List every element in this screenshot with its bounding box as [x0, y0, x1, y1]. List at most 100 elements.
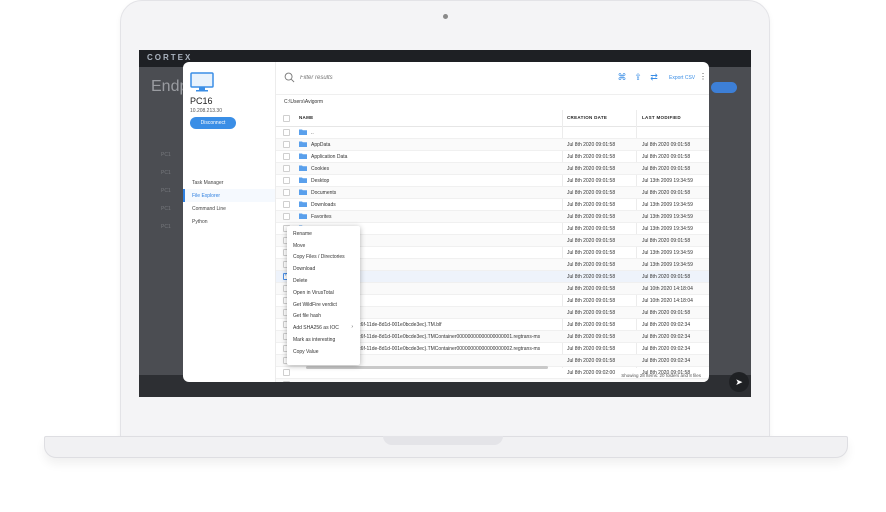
row-checkbox[interactable] [283, 189, 290, 196]
file-name: Documents [311, 190, 337, 196]
nav-item-python[interactable]: Python [183, 215, 275, 228]
last-modified: Jul 10th 2020 14:18:04 [642, 286, 693, 292]
disconnect-button[interactable]: Disconnect [190, 117, 236, 129]
file-name: Application Data [311, 154, 348, 160]
background-row: PC1 [161, 170, 171, 176]
file-name: AppData [311, 142, 331, 148]
creation-date: Jul 8th 2020 09:01:58 [567, 262, 616, 268]
export-csv-button[interactable]: Export CSV [669, 75, 695, 81]
row-checkbox[interactable] [283, 201, 290, 208]
column-creation-date[interactable]: CREATION DATE [567, 115, 607, 120]
column-last-modified[interactable]: LAST MODIFIED [642, 115, 681, 120]
background-row: PC1 [161, 206, 171, 212]
table-row[interactable]: Application Data Jul 8th 2020 09:01:58 Jul… [276, 151, 709, 163]
last-modified: Jul 8th 2020 09:02:34 [642, 346, 691, 352]
menu-item-label: Copy Files / Directories [293, 254, 345, 261]
navigation-arrow-icon: ➤ [735, 376, 743, 387]
last-modified: Jul 13th 2009 19:34:59 [642, 226, 693, 232]
export-icon[interactable]: ⇄ [648, 71, 660, 83]
file-name: Cookies [311, 166, 330, 172]
menu-item-label: Get WildFire verdict [293, 301, 337, 308]
background-action-button [711, 82, 737, 93]
menu-item-download[interactable]: Download [287, 263, 360, 275]
creation-date: Jul 8th 2020 09:01:58 [567, 190, 616, 196]
select-all-checkbox[interactable] [283, 115, 290, 122]
last-modified: Jul 8th 2020 09:01:58 [642, 274, 691, 280]
table-row[interactable]: Jul 8th 2020 09:01:58Jul 13th 2009 19:34… [276, 379, 709, 382]
explorer-toolbar: ⌘ ⇪ ⇄ Export CSV ⋮ [276, 62, 709, 95]
filter-input[interactable] [300, 73, 450, 83]
nav-item-command-line[interactable]: Command Line [183, 202, 275, 215]
background-row: PC1 [161, 224, 171, 230]
creation-date: Jul 8th 2020 09:02:00 [567, 370, 616, 376]
table-row[interactable]: .. [276, 127, 709, 139]
menu-item-label: Move [293, 242, 306, 249]
creation-date: Jul 8th 2020 09:01:58 [567, 286, 616, 292]
row-checkbox[interactable] [283, 177, 290, 184]
camera-dot [443, 14, 448, 19]
table-row[interactable]: AppData Jul 8th 2020 09:01:58 Jul 8th 2020… [276, 139, 709, 151]
upload-icon[interactable]: ⇪ [632, 71, 644, 83]
laptop-notch [383, 436, 503, 445]
creation-date: Jul 8th 2020 09:01:58 [567, 202, 616, 208]
menu-item-move[interactable]: Move [287, 240, 360, 252]
row-checkbox[interactable] [283, 381, 290, 382]
table-row[interactable]: Desktop Jul 8th 2020 09:01:58 Jul 13th 200… [276, 175, 709, 187]
table-row[interactable]: Cookies Jul 8th 2020 09:01:58 Jul 8th 2020… [276, 163, 709, 175]
row-checkbox[interactable] [283, 165, 290, 172]
menu-item-label: Mark as interesting [293, 337, 336, 344]
last-modified: Jul 13th 2009 19:34:59 [642, 262, 693, 268]
menu-item-label: Rename [293, 230, 312, 237]
table-row[interactable]: Downloads Jul 8th 2020 09:01:58 Jul 13th 2… [276, 199, 709, 211]
menu-item-mark-as-interesting[interactable]: Mark as interesting [287, 334, 360, 346]
more-options-icon[interactable]: ⋮ [699, 72, 707, 81]
horizontal-scrollbar[interactable] [306, 366, 548, 369]
column-name[interactable]: NAME [299, 115, 313, 120]
creation-date: Jul 8th 2020 09:01:58 [567, 298, 616, 304]
file-name: Downloads [311, 202, 336, 208]
row-checkbox[interactable] [283, 129, 290, 136]
app-logo: CORTEX [147, 53, 193, 62]
row-checkbox[interactable] [283, 153, 290, 160]
menu-item-delete[interactable]: Delete [287, 275, 360, 287]
last-modified: Jul 8th 2020 09:02:34 [642, 358, 691, 364]
last-modified: Jul 8th 2020 09:01:58 [642, 142, 691, 148]
file-name: .. [311, 130, 314, 136]
tool-nav: Task Manager File Explorer Command Line Pyt… [183, 176, 275, 228]
last-modified: Jul 10th 2020 14:18:04 [642, 298, 693, 304]
row-checkbox[interactable] [283, 213, 290, 220]
last-modified: Jul 8th 2020 09:01:58 [642, 190, 691, 196]
background-row-list: PC1 PC1 PC1 PC1 PC1 [161, 146, 171, 236]
last-modified: Jul 13th 2009 19:34:59 [642, 214, 693, 220]
nav-item-file-explorer[interactable]: File Explorer [183, 189, 275, 202]
assistant-button[interactable]: ➤ [729, 372, 749, 392]
folder-icon [299, 213, 307, 219]
endpoint-sidebar: PC16 10.208.213.30 Disconnect Task Manag… [183, 62, 276, 382]
row-checkbox[interactable] [283, 141, 290, 148]
table-row[interactable]: Documents Jul 8th 2020 09:01:58 Jul 8th 20… [276, 187, 709, 199]
folder-icon [299, 165, 307, 171]
table-row[interactable]: Favorites Jul 8th 2020 09:01:58 Jul 13th 2… [276, 211, 709, 223]
menu-item-label: Copy Value [293, 348, 319, 355]
file-name: ...ad-dc6f-11de-8d1d-001e0bcde3ec}.TMCon… [344, 346, 541, 352]
folder-icon [299, 189, 307, 195]
folder-icon [299, 153, 307, 159]
menu-item-get-file-hash[interactable]: Get file hash [287, 311, 360, 323]
menu-item-rename[interactable]: Rename [287, 228, 360, 240]
fingerprint-icon[interactable]: ⌘ [616, 71, 628, 83]
menu-item-get-wildfire-verdict[interactable]: Get WildFire verdict [287, 299, 360, 311]
last-modified: Jul 13th 2009 19:34:59 [642, 250, 693, 256]
monitor-icon [190, 72, 214, 92]
creation-date: Jul 8th 2020 09:01:58 [567, 358, 616, 364]
creation-date: Jul 8th 2020 09:01:58 [567, 226, 616, 232]
nav-item-task-manager[interactable]: Task Manager [183, 176, 275, 189]
menu-item-add-sha256-as-ioc[interactable]: Add SHA256 as IOC › [287, 322, 360, 334]
menu-item-copy-value[interactable]: Copy Value [287, 346, 360, 358]
creation-date: Jul 8th 2020 09:01:58 [567, 250, 616, 256]
menu-item-copy-files-directories[interactable]: Copy Files / Directories [287, 252, 360, 264]
menu-item-label: Delete [293, 278, 308, 285]
menu-item-open-in-virustotal[interactable]: Open in VirusTotal [287, 287, 360, 299]
file-context-menu: Rename Move Copy Files / Directories Downlo… [287, 226, 360, 365]
row-checkbox[interactable] [283, 369, 290, 376]
laptop-screen: CORTEX Endp PC1 PC1 PC1 PC1 PC1 ➤ PC16 10.20… [139, 50, 751, 397]
